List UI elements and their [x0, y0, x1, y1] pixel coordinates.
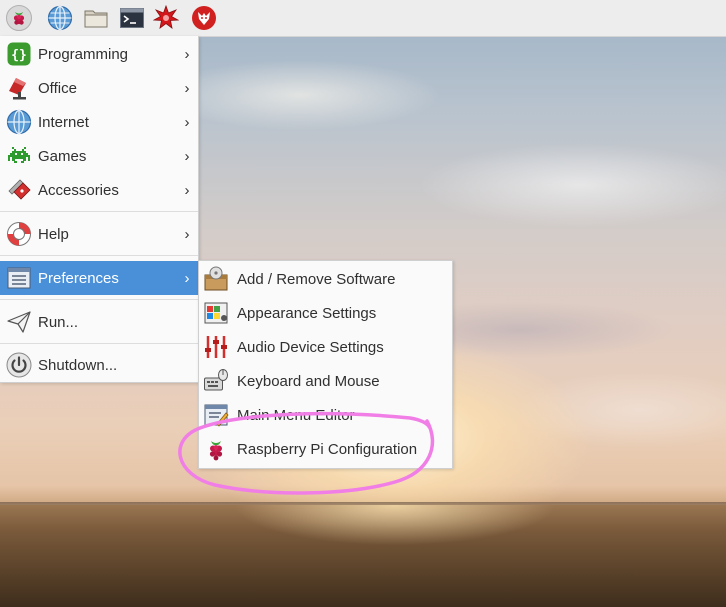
menu-item-label: Shutdown...	[38, 356, 118, 374]
svg-text:{}: {}	[11, 48, 27, 63]
menu-item-programming[interactable]: {} Programming ›	[0, 37, 198, 71]
file-manager-button[interactable]	[82, 4, 110, 32]
audio-mixer-icon	[203, 334, 229, 360]
submenu-item-audio-device-settings[interactable]: Audio Device Settings	[199, 330, 452, 364]
raspberry-menu-button[interactable]	[5, 4, 33, 32]
run-paperplane-icon	[6, 309, 32, 335]
menu-item-label: Help	[38, 225, 69, 243]
submenu-item-label: Appearance Settings	[237, 304, 377, 322]
menu-item-label: Games	[38, 147, 87, 165]
wallpaper-field	[0, 505, 726, 607]
chevron-right-icon: ›	[184, 79, 190, 97]
preferences-icon	[6, 265, 32, 291]
menu-item-shutdown[interactable]: Shutdown...	[0, 348, 198, 382]
menu-editor-icon	[203, 402, 229, 428]
wolfram-icon	[191, 5, 217, 31]
submenu-item-label: Raspberry Pi Configuration	[237, 440, 418, 458]
appearance-icon	[203, 300, 229, 326]
menu-separator	[0, 255, 198, 256]
terminal-icon	[119, 5, 145, 31]
menu-item-internet[interactable]: Internet ›	[0, 105, 198, 139]
menu-item-office[interactable]: Office ›	[0, 71, 198, 105]
submenu-item-add-remove-software[interactable]: Add / Remove Software	[199, 262, 452, 296]
chevron-right-icon: ›	[184, 45, 190, 63]
mathematica-button[interactable]	[152, 4, 180, 32]
submenu-item-raspberry-pi-configuration[interactable]: Raspberry Pi Configuration	[199, 432, 452, 466]
wolfram-button[interactable]	[190, 4, 218, 32]
internet-globe-icon	[6, 109, 32, 135]
shutdown-power-icon	[6, 352, 32, 378]
raspberry-config-icon	[203, 436, 229, 462]
submenu-item-keyboard-and-mouse[interactable]: Keyboard and Mouse	[199, 364, 452, 398]
menu-item-games[interactable]: Games ›	[0, 139, 198, 173]
chevron-right-icon: ›	[184, 147, 190, 165]
menu-item-label: Preferences	[38, 269, 119, 287]
chevron-right-icon: ›	[184, 225, 190, 243]
menu-item-label: Internet	[38, 113, 89, 131]
menu-separator	[0, 299, 198, 300]
mathematica-icon	[153, 5, 179, 31]
taskbar	[0, 0, 726, 37]
file-manager-icon	[83, 5, 109, 31]
submenu-item-label: Keyboard and Mouse	[237, 372, 380, 390]
programming-icon: {}	[6, 41, 32, 67]
menu-item-label: Programming	[38, 45, 129, 63]
menu-item-label: Office	[38, 79, 77, 97]
applications-menu: {} Programming › Office › Internet › Gam…	[0, 36, 199, 383]
chevron-right-icon: ›	[184, 269, 190, 287]
submenu-item-label: Main Menu Editor	[237, 406, 355, 424]
preferences-submenu: Add / Remove Software Appearance Setting…	[198, 260, 453, 469]
chevron-right-icon: ›	[184, 181, 190, 199]
menu-item-accessories[interactable]: Accessories ›	[0, 173, 198, 207]
accessories-knife-icon	[6, 177, 32, 203]
terminal-button[interactable]	[118, 4, 146, 32]
web-browser-button[interactable]	[46, 4, 74, 32]
raspberry-icon	[6, 5, 32, 31]
menu-item-run[interactable]: Run...	[0, 305, 198, 339]
package-icon	[203, 266, 229, 292]
submenu-item-main-menu-editor[interactable]: Main Menu Editor	[199, 398, 452, 432]
menu-separator	[0, 343, 198, 344]
help-lifebuoy-icon	[6, 221, 32, 247]
menu-item-label: Accessories	[38, 181, 119, 199]
chevron-right-icon: ›	[184, 113, 190, 131]
menu-item-label: Run...	[38, 313, 79, 331]
submenu-item-appearance-settings[interactable]: Appearance Settings	[199, 296, 452, 330]
keyboard-mouse-icon	[203, 368, 229, 394]
games-invader-icon	[6, 143, 32, 169]
menu-item-preferences[interactable]: Preferences ›	[0, 261, 198, 295]
submenu-item-label: Audio Device Settings	[237, 338, 384, 356]
menu-separator	[0, 211, 198, 212]
submenu-item-label: Add / Remove Software	[237, 270, 396, 288]
office-icon	[6, 75, 32, 101]
menu-item-help[interactable]: Help ›	[0, 217, 198, 251]
web-browser-icon	[47, 5, 73, 31]
